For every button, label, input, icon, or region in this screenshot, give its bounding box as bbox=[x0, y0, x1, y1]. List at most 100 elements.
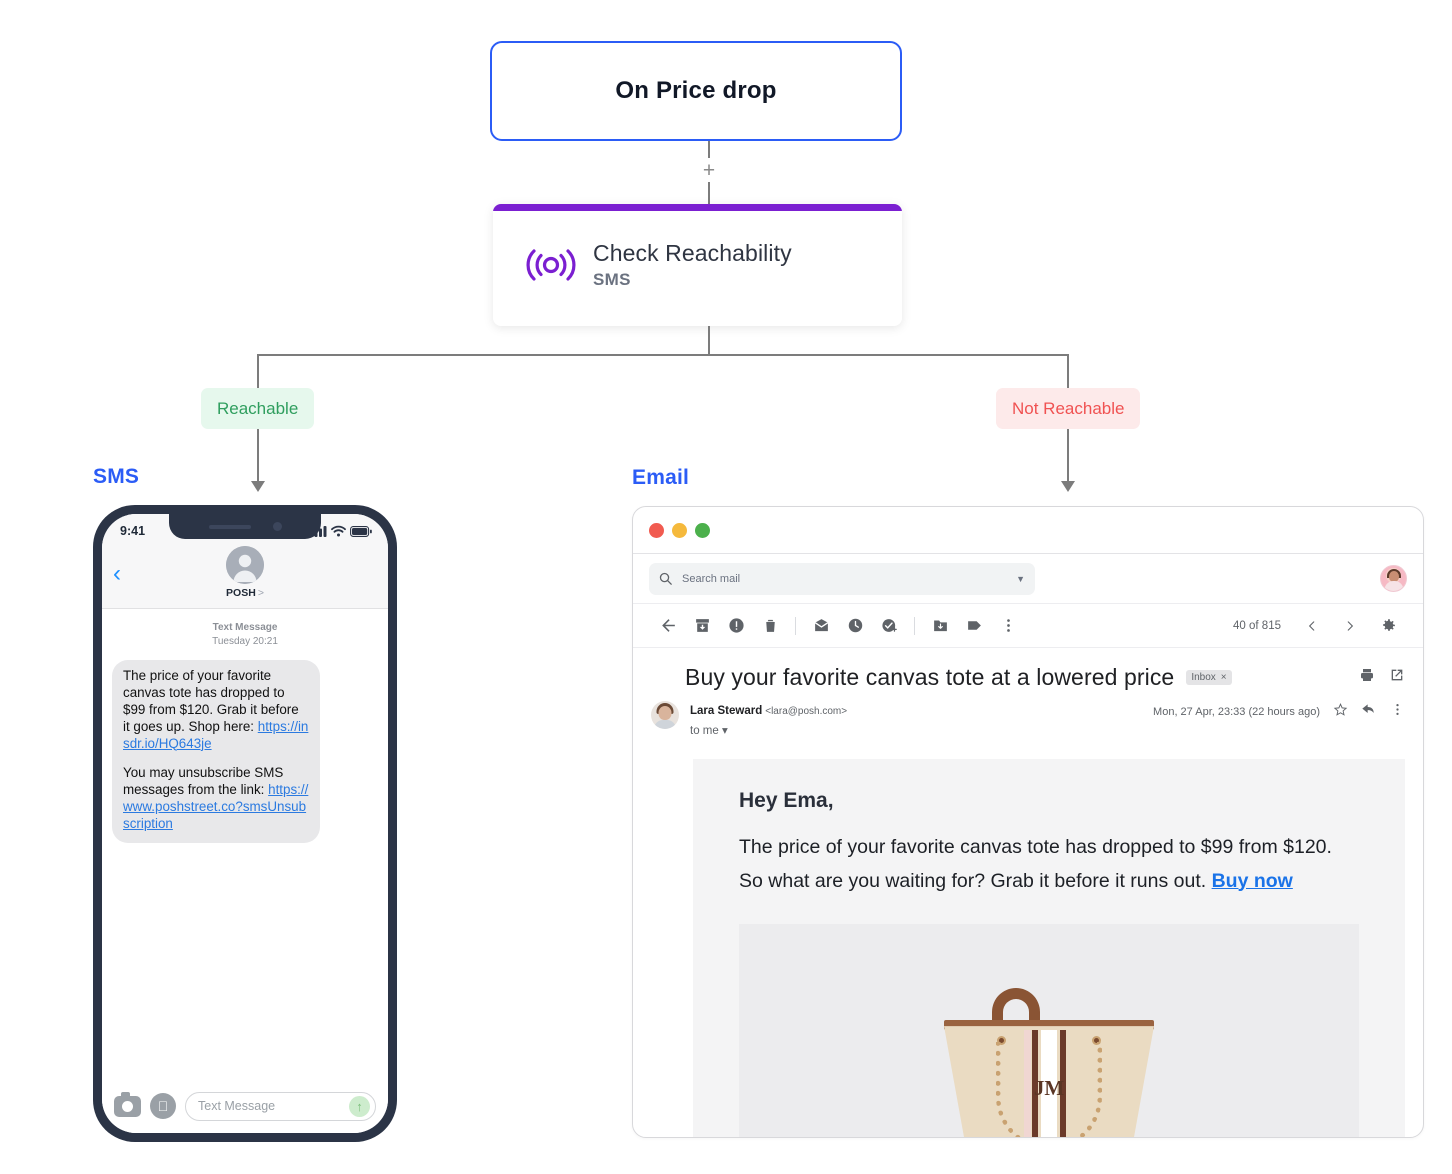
add-step-label: + bbox=[702, 158, 716, 182]
recipients-label: to me bbox=[690, 725, 719, 737]
search-options-chevron-down-icon[interactable]: ▼ bbox=[1016, 574, 1025, 584]
settings-gear-icon[interactable] bbox=[1371, 609, 1405, 643]
back-arrow-icon[interactable] bbox=[651, 609, 685, 643]
inbox-label-text: Inbox bbox=[1191, 672, 1216, 683]
window-maximize-button[interactable] bbox=[695, 522, 710, 538]
email-subject: Buy your favorite canvas tote at a lower… bbox=[685, 664, 1175, 690]
email-subject-row: Buy your favorite canvas tote at a lower… bbox=[633, 648, 1423, 695]
battery-icon bbox=[350, 525, 372, 537]
connector-branch-left bbox=[257, 354, 259, 388]
email-client-window: Search mail ▼ 40 of 815 Buy your favorit… bbox=[632, 506, 1424, 1138]
archive-icon[interactable] bbox=[685, 609, 719, 643]
connector-branch-right bbox=[1067, 354, 1069, 388]
action-node-text: Check Reachability SMS bbox=[593, 240, 792, 290]
contact-name-text: POSH bbox=[226, 587, 256, 599]
sms-bubble-spacer bbox=[123, 752, 309, 765]
sms-text-input[interactable]: Text Message ↑ bbox=[185, 1091, 376, 1121]
search-input[interactable]: Search mail ▼ bbox=[649, 562, 1035, 595]
canvas-tote-bag-illustration: JM bbox=[934, 980, 1164, 1137]
arrow-head-email bbox=[1061, 481, 1075, 492]
mark-unread-icon[interactable] bbox=[804, 609, 838, 643]
send-message-button[interactable]: ↑ bbox=[349, 1095, 370, 1117]
branch-badge-reachable-label: Reachable bbox=[217, 398, 299, 418]
email-paragraph: The price of your favorite canvas tote h… bbox=[739, 831, 1359, 898]
sms-text-input-placeholder: Text Message bbox=[198, 1099, 276, 1113]
previous-page-chevron-left-icon[interactable] bbox=[1295, 609, 1329, 643]
camera-icon[interactable] bbox=[114, 1091, 141, 1117]
sms-message-list: Text Message Tuesday 20:21 The price of … bbox=[102, 609, 388, 1079]
star-icon[interactable] bbox=[1333, 702, 1348, 722]
toolbar-pagination: 40 of 815 bbox=[1233, 609, 1405, 643]
trigger-node-label: On Price drop bbox=[615, 77, 777, 104]
sender-avatar-face bbox=[658, 706, 672, 720]
open-in-new-window-icon[interactable] bbox=[1389, 667, 1405, 688]
search-icon bbox=[659, 572, 672, 585]
search-input-placeholder: Search mail bbox=[682, 572, 741, 585]
product-image[interactable]: JM bbox=[739, 924, 1359, 1137]
reply-icon[interactable] bbox=[1361, 701, 1377, 722]
buy-now-link[interactable]: Buy now bbox=[1212, 870, 1293, 892]
sender-email: <lara@posh.com> bbox=[765, 706, 848, 717]
email-subject-actions bbox=[1359, 667, 1405, 688]
remove-label-close-icon[interactable]: × bbox=[1221, 672, 1227, 683]
sender-avatar-body bbox=[654, 720, 676, 729]
sender-name: Lara Steward bbox=[690, 705, 763, 717]
sms-thread-meta: Text Message Tuesday 20:21 bbox=[112, 621, 378, 648]
move-to-folder-icon[interactable] bbox=[923, 609, 957, 643]
recipients-toggle[interactable]: to me ▾ bbox=[690, 723, 847, 737]
sender-avatar[interactable] bbox=[651, 701, 679, 729]
branch-badge-not-reachable[interactable]: Not Reachable bbox=[996, 388, 1141, 429]
toolbar-divider-1 bbox=[795, 616, 796, 635]
window-minimize-button[interactable] bbox=[672, 522, 687, 538]
sms-message-bubble[interactable]: The price of your favorite canvas tote h… bbox=[112, 660, 320, 844]
arrow-head-sms bbox=[251, 481, 265, 492]
sms-message-text-2: You may unsubscribe SMS messages from th… bbox=[123, 765, 284, 798]
add-to-tasks-icon[interactable] bbox=[872, 609, 906, 643]
snooze-icon[interactable] bbox=[838, 609, 872, 643]
phone-screen: 9:41 ‹ POSH > Text Message Tuesday 20:21… bbox=[102, 514, 388, 1133]
connector-reachable-to-sms bbox=[257, 429, 259, 484]
print-icon[interactable] bbox=[1359, 667, 1375, 688]
action-node-subtitle: SMS bbox=[593, 270, 631, 289]
email-message-actions: Mon, 27 Apr, 23:33 (22 hours ago) bbox=[1153, 701, 1405, 722]
connector-action-stem bbox=[708, 326, 710, 355]
trigger-node-on-price-drop[interactable]: On Price drop bbox=[490, 41, 902, 141]
phone-notch bbox=[169, 514, 321, 539]
sms-meta-title: Text Message bbox=[212, 622, 278, 633]
phone-camera-icon bbox=[272, 522, 282, 531]
message-more-options-icon[interactable] bbox=[1390, 702, 1405, 722]
label-icon[interactable] bbox=[957, 609, 991, 643]
sms-input-bar:  Text Message ↑ bbox=[102, 1079, 388, 1133]
window-close-button[interactable] bbox=[649, 522, 664, 538]
email-search-row: Search mail ▼ bbox=[633, 554, 1423, 604]
account-avatar[interactable] bbox=[1380, 565, 1407, 592]
message-count: 40 of 815 bbox=[1233, 619, 1281, 632]
inbox-label-chip[interactable]: Inbox × bbox=[1186, 670, 1232, 685]
back-chevron-icon[interactable]: ‹ bbox=[113, 562, 121, 586]
connector-not-reachable-to-email bbox=[1067, 429, 1069, 484]
section-label-email: Email bbox=[632, 466, 690, 489]
email-greeting: Hey Ema, bbox=[739, 789, 834, 812]
section-label-sms: SMS bbox=[93, 465, 140, 488]
report-spam-icon[interactable] bbox=[719, 609, 753, 643]
next-page-chevron-right-icon[interactable] bbox=[1333, 609, 1367, 643]
contact-avatar[interactable] bbox=[226, 546, 264, 584]
automation-flow-canvas: On Price drop + Check Reachability SMS R… bbox=[0, 0, 1452, 1174]
toolbar-divider-2 bbox=[914, 616, 915, 635]
delete-icon[interactable] bbox=[753, 609, 787, 643]
tote-chain-strap bbox=[996, 1042, 1102, 1137]
status-bar-time: 9:41 bbox=[120, 524, 146, 538]
sms-conversation-header: ‹ POSH > bbox=[102, 544, 388, 609]
branch-badge-reachable[interactable]: Reachable bbox=[201, 388, 315, 429]
more-options-icon[interactable] bbox=[991, 609, 1025, 643]
email-sender-row: Lara Steward <lara@posh.com> to me ▾ Mon,… bbox=[633, 695, 1423, 737]
app-store-icon[interactable]:  bbox=[150, 1093, 176, 1119]
add-step-button[interactable]: + bbox=[697, 158, 721, 182]
action-node-check-reachability[interactable]: Check Reachability SMS bbox=[493, 204, 902, 326]
contact-chevron-icon: > bbox=[257, 587, 264, 599]
sms-phone-mockup: 9:41 ‹ POSH > Text Message Tuesday 20:21… bbox=[93, 505, 397, 1142]
contact-name[interactable]: POSH > bbox=[226, 587, 264, 599]
phone-speaker bbox=[208, 524, 251, 529]
window-title-bar bbox=[633, 507, 1423, 554]
action-node-title: Check Reachability bbox=[593, 240, 792, 266]
